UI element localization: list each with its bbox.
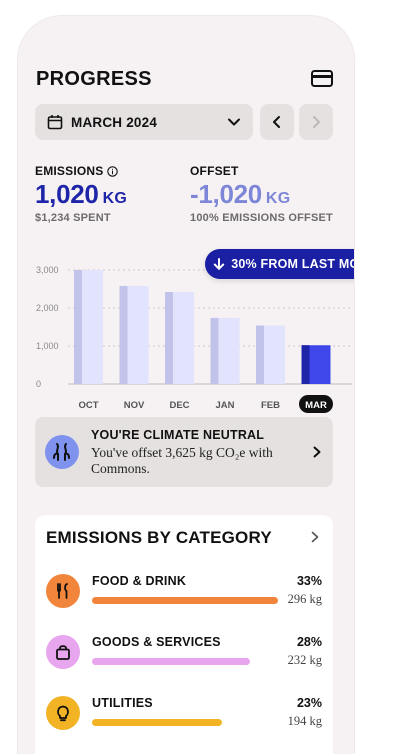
category-amount: 194 kg bbox=[287, 714, 322, 728]
fork-knife-icon bbox=[46, 574, 80, 608]
chevron-right-icon[interactable] bbox=[309, 531, 321, 543]
category-label: GOODS & SERVICES bbox=[92, 635, 221, 649]
climate-neutral-text: You've offset 3,625 kg CO₂e with Commons… bbox=[91, 444, 273, 476]
month-selector-label: MARCH 2024 bbox=[71, 114, 158, 130]
category-percent: 28% bbox=[296, 635, 322, 649]
category-percent: 33% bbox=[296, 574, 322, 588]
climate-neutral-card[interactable]: YOU'RE CLIMATE NEUTRAL You've offset 3,6… bbox=[35, 417, 333, 487]
category-row-utilities[interactable]: UTILITIES 23% 194 kg bbox=[35, 696, 333, 748]
emissions-spent: $1,234 SPENT bbox=[35, 212, 111, 224]
chevron-right-icon bbox=[313, 446, 321, 458]
chart-bar-shade bbox=[210, 317, 219, 384]
info-icon[interactable] bbox=[107, 165, 119, 177]
offset-label: OFFSET bbox=[190, 164, 239, 178]
offset-sub: 100% EMISSIONS OFFSET bbox=[190, 212, 333, 224]
category-percent: 23% bbox=[296, 696, 322, 710]
light-bulb-icon bbox=[46, 696, 80, 730]
y-tick-label: 0 bbox=[36, 379, 41, 389]
x-tick-label: OCT bbox=[78, 400, 98, 411]
credit-card-icon[interactable] bbox=[311, 70, 333, 87]
x-tick-label: FEB bbox=[261, 400, 280, 411]
category-title: EMISSIONS BY CATEGORY bbox=[46, 528, 272, 547]
arrow-down-icon bbox=[214, 258, 225, 270]
emissions-by-category-card[interactable]: EMISSIONS BY CATEGORY FOOD & DRINK 33% 2… bbox=[35, 515, 333, 754]
chart-bar-shade bbox=[165, 292, 173, 384]
category-bar bbox=[92, 658, 250, 665]
category-amount: 296 kg bbox=[287, 592, 322, 606]
chart-bar-shade bbox=[74, 270, 82, 384]
chevron-left-icon bbox=[273, 116, 280, 128]
category-bar bbox=[92, 597, 278, 604]
y-tick-label: 2,000 bbox=[36, 303, 59, 313]
offset-number: -1,020 bbox=[190, 179, 262, 209]
app-screen: PROGRESS MARCH 2024 EMISSIONS 1,020 KG $… bbox=[18, 16, 354, 754]
x-tick-label: MAR bbox=[305, 400, 327, 411]
category-amount: 232 kg bbox=[287, 653, 322, 667]
previous-month-button[interactable] bbox=[260, 104, 294, 140]
emissions-label: EMISSIONS bbox=[35, 164, 119, 178]
chevron-right-icon bbox=[313, 116, 320, 128]
climate-neutral-title: YOU'RE CLIMATE NEUTRAL bbox=[91, 427, 265, 442]
change-badge-text: 30% FROM LAST MONTH bbox=[231, 257, 354, 271]
chart-bar-shade bbox=[301, 345, 310, 384]
x-tick-label: DEC bbox=[169, 400, 189, 411]
chart-bar-shade bbox=[256, 325, 264, 384]
chart-bar-shade bbox=[119, 285, 128, 384]
category-row-goods-services[interactable]: GOODS & SERVICES 28% 232 kg bbox=[35, 635, 333, 687]
calendar-icon bbox=[47, 115, 63, 130]
category-label: FOOD & DRINK bbox=[92, 574, 187, 588]
y-tick-label: 3,000 bbox=[36, 265, 59, 275]
y-tick-label: 1,000 bbox=[36, 341, 59, 351]
x-tick-label: NOV bbox=[124, 400, 145, 411]
emissions-value: 1,020 KG bbox=[35, 179, 127, 210]
chevron-down-icon bbox=[228, 118, 240, 126]
climate-neutral-icon bbox=[45, 435, 79, 469]
emissions-unit: KG bbox=[102, 190, 128, 207]
month-selector[interactable]: MARCH 2024 bbox=[35, 104, 253, 140]
shopping-bag-icon bbox=[46, 635, 80, 669]
offset-unit: KG bbox=[265, 190, 291, 207]
emissions-label-text: EMISSIONS bbox=[35, 164, 104, 178]
category-label: UTILITIES bbox=[92, 696, 153, 710]
change-badge: 30% FROM LAST MONTH bbox=[205, 249, 354, 279]
offset-value: -1,020 KG bbox=[190, 179, 291, 210]
category-row-food-drink[interactable]: FOOD & DRINK 33% 296 kg bbox=[35, 574, 333, 626]
page-title: PROGRESS bbox=[36, 68, 152, 90]
x-tick-label: JAN bbox=[215, 400, 234, 411]
emissions-number: 1,020 bbox=[35, 179, 99, 209]
category-bar bbox=[92, 719, 222, 726]
next-month-button[interactable] bbox=[299, 104, 333, 140]
